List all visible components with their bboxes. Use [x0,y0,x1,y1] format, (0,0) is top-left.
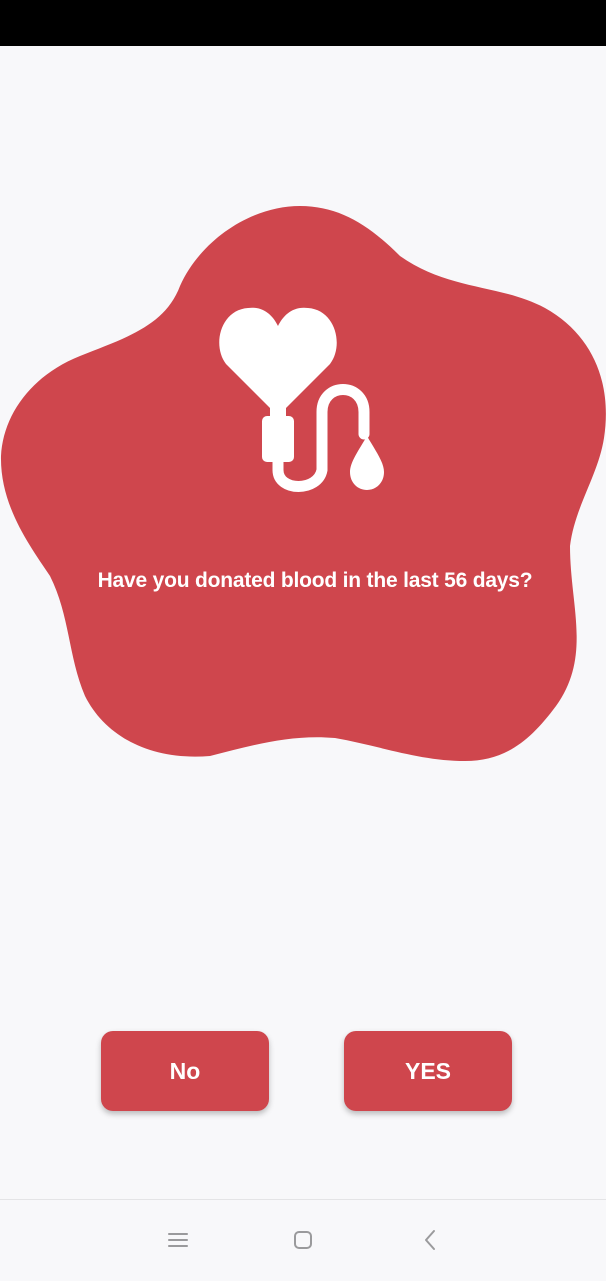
home-square-icon[interactable] [291,1228,315,1252]
menu-icon[interactable] [166,1228,190,1252]
yes-button[interactable]: YES [344,1031,512,1111]
no-button[interactable]: No [101,1031,269,1111]
red-blob-background [0,206,606,761]
heart-blood-transfusion-icon [219,307,384,492]
question-text: Have you donated blood in the last 56 da… [97,569,533,592]
screen-content: Have you donated blood in the last 56 da… [0,46,606,1199]
system-navigation-bar [0,1199,606,1281]
status-bar [0,0,606,46]
back-chevron-icon[interactable] [418,1228,442,1252]
